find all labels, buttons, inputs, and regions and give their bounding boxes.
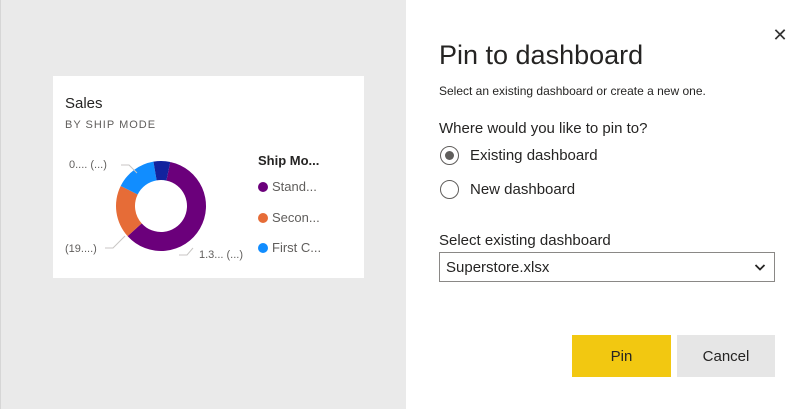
radio-new-dashboard[interactable]: New dashboard: [440, 180, 575, 199]
dashboard-select-value: Superstore.xlsx: [446, 259, 550, 276]
data-label: 1.3... (...): [199, 249, 244, 261]
pin-dialog: ✕ Pin to dashboard Select an existing da…: [406, 0, 811, 409]
chart-preview-panel: Sales BY SHIP MODE 0.... (...) (19....) …: [0, 0, 406, 409]
legend-item: First C...: [258, 240, 321, 255]
legend-swatch: [258, 181, 268, 192]
legend-swatch: [258, 212, 268, 223]
legend-title: Ship Mo...: [258, 153, 320, 168]
close-button[interactable]: ✕: [770, 24, 790, 46]
dialog-description: Select an existing dashboard or create a…: [439, 84, 706, 98]
data-label: (19....): [65, 243, 97, 255]
chart-legend: Ship Mo... Stand... Secon... First C...: [258, 153, 321, 255]
radio-button-checked[interactable]: [440, 146, 459, 165]
dashboard-select-label: Select existing dashboard: [439, 232, 611, 249]
dashboard-select[interactable]: Superstore.xlsx: [439, 252, 775, 282]
pin-location-question: Where would you like to pin to?: [439, 120, 648, 137]
radio-existing-dashboard[interactable]: Existing dashboard: [440, 146, 598, 165]
legend-item: Secon...: [258, 210, 320, 225]
radio-label: Existing dashboard: [470, 147, 598, 164]
legend-item: Stand...: [258, 179, 317, 194]
dialog-title: Pin to dashboard: [439, 40, 644, 70]
cancel-button[interactable]: Cancel: [677, 335, 775, 377]
radio-button[interactable]: [440, 180, 459, 199]
legend-label: Stand...: [272, 179, 317, 194]
legend-label: Secon...: [272, 210, 320, 225]
legend-swatch: [258, 242, 268, 253]
data-label: 0.... (...): [69, 159, 107, 171]
pin-button[interactable]: Pin: [572, 335, 671, 377]
visual-tile: Sales BY SHIP MODE 0.... (...) (19....) …: [53, 76, 364, 278]
chevron-down-icon: [754, 264, 766, 271]
leader-line: [179, 247, 194, 256]
radio-label: New dashboard: [470, 181, 576, 198]
leader-line: [105, 235, 126, 249]
close-icon: ✕: [772, 25, 788, 45]
legend-label: First C...: [272, 240, 322, 255]
panel-edge: [0, 0, 1, 409]
